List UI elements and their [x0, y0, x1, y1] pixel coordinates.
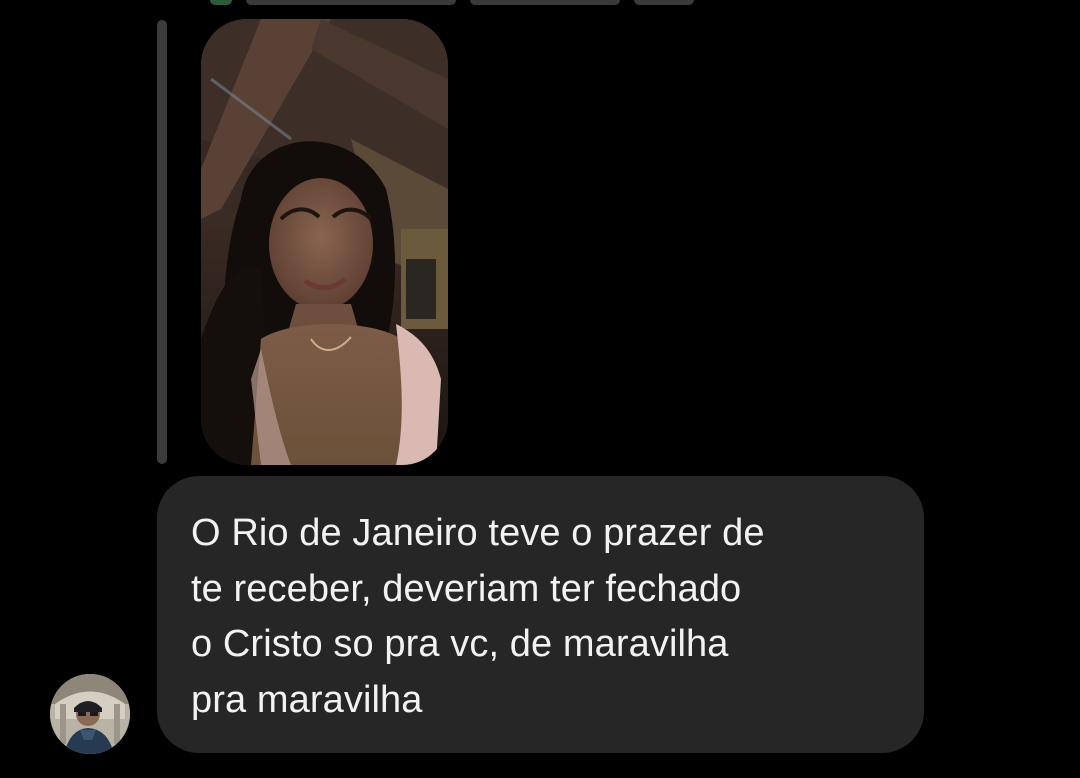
user-avatar[interactable]	[50, 674, 130, 754]
previous-message-cutoff	[210, 0, 790, 6]
avatar-photo-icon	[50, 674, 130, 754]
message-text: O Rio de Janeiro teve o prazer de te rec…	[191, 512, 765, 721]
story-photo-thumbnail	[201, 19, 448, 465]
chat-screen: O Rio de Janeiro teve o prazer de te rec…	[0, 0, 1080, 778]
reply-indicator-bar	[157, 20, 167, 464]
message-bubble[interactable]: O Rio de Janeiro teve o prazer de te rec…	[157, 476, 924, 753]
story-reply-thumbnail[interactable]	[201, 19, 448, 465]
